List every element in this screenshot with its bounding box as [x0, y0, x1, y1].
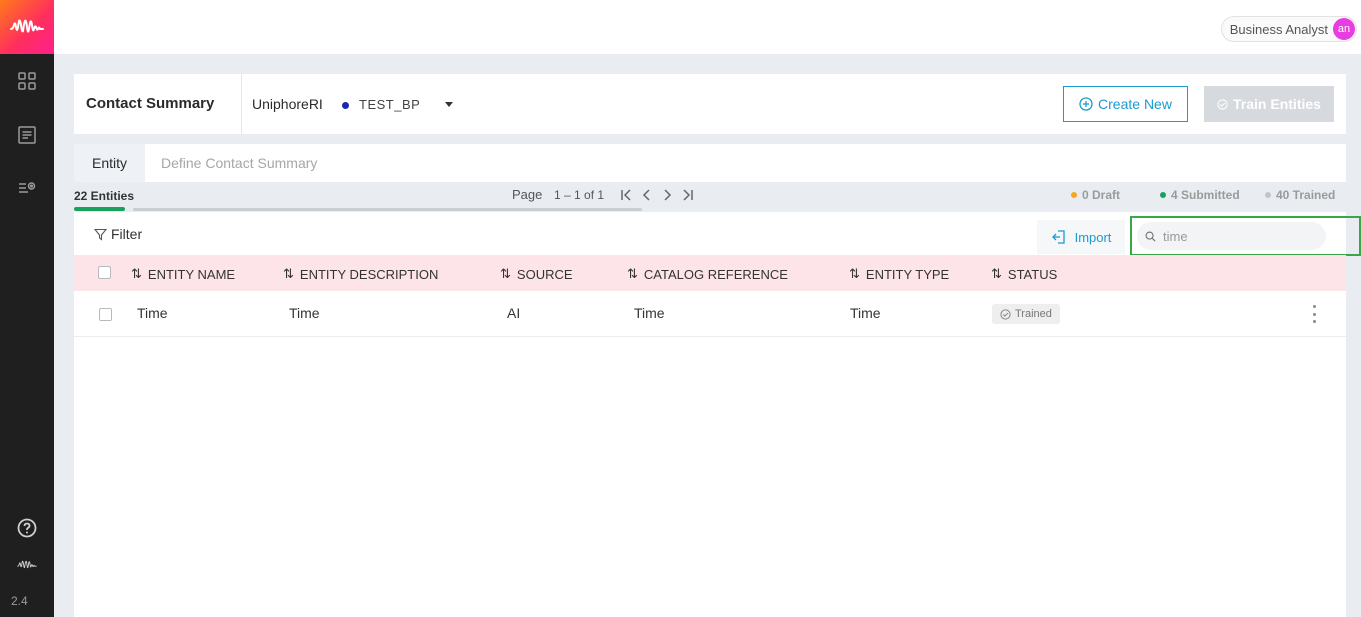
column-label: ENTITY NAME [147, 266, 236, 282]
pagination [619, 186, 695, 204]
status-label: Trained [1015, 308, 1052, 320]
help-icon[interactable] [17, 518, 37, 538]
submitted-count: 4 Submitted [1171, 188, 1240, 202]
sort-icon: ⇅ [131, 266, 142, 281]
check-circle-icon [1000, 308, 1011, 320]
legend-trained: 40 Trained [1265, 188, 1335, 202]
cell-source: AI [507, 305, 521, 321]
avatar[interactable]: an [1333, 18, 1355, 40]
next-page-icon[interactable] [659, 186, 675, 204]
column-header-source[interactable]: ⇅ SOURCE [500, 266, 573, 282]
brand-logo[interactable] [0, 0, 54, 54]
column-header-catalog-reference[interactable]: ⇅ CATALOG REFERENCE [627, 266, 788, 282]
row-checkbox[interactable] [99, 308, 112, 321]
create-new-button[interactable]: Create New [1063, 86, 1188, 122]
entity-count: 22 Entities [74, 189, 135, 203]
filter-label: Filter [111, 226, 143, 242]
header-divider [241, 74, 242, 134]
page-label: Page [512, 187, 543, 202]
submitted-progress [74, 207, 125, 211]
import-icon [1051, 230, 1065, 244]
column-header-entity-description[interactable]: ⇅ ENTITY DESCRIPTION [283, 266, 438, 282]
user-menu[interactable]: Business Analyst an [1220, 16, 1357, 42]
page-header: Contact Summary UniphoreRI TEST_BP Creat… [74, 74, 1346, 134]
page-range: 1 – 1 of 1 [554, 188, 605, 202]
table-row[interactable]: Time Time AI Time Time Trained [74, 291, 1346, 337]
settings-list-icon[interactable] [17, 178, 37, 198]
import-button[interactable]: Import [1037, 220, 1125, 254]
import-label: Import [1074, 229, 1112, 245]
search-icon [1145, 231, 1156, 242]
row-actions-kebab-icon[interactable] [1306, 305, 1322, 323]
tab-define-contact-summary[interactable]: Define Contact Summary [161, 144, 317, 182]
sort-icon: ⇅ [627, 266, 638, 281]
trained-count: 40 Trained [1276, 188, 1336, 202]
submitted-dot [1160, 192, 1166, 198]
cell-entity-type: Time [850, 305, 881, 321]
column-label: ENTITY DESCRIPTION [299, 266, 439, 282]
sort-icon: ⇅ [500, 266, 511, 281]
column-label: ENTITY TYPE [865, 266, 950, 282]
entity-table-card: Filter Import ⇅ ENTITY NAME ⇅ ENTITY DESCR… [74, 212, 1361, 617]
cell-entity-name: Time [137, 305, 168, 321]
trained-dot [1265, 192, 1271, 198]
user-role: Business Analyst [1229, 21, 1328, 37]
top-header: Business Analyst an [54, 0, 1361, 54]
last-page-icon[interactable] [679, 186, 695, 204]
check-circle-icon [1217, 98, 1228, 110]
column-header-entity-name[interactable]: ⇅ ENTITY NAME [131, 266, 235, 282]
table-header-row: ⇅ ENTITY NAME ⇅ ENTITY DESCRIPTION ⇅ SOURCE… [74, 255, 1346, 291]
column-label: STATUS [1007, 266, 1058, 282]
sort-icon: ⇅ [283, 266, 294, 281]
dashboard-icon[interactable] [17, 71, 37, 91]
app-name: UniphoreRI [252, 96, 323, 112]
environment-selector[interactable]: TEST_BP [359, 97, 420, 112]
brand-logo-icon [10, 555, 44, 575]
waveform-logo-icon [10, 19, 44, 33]
select-all-checkbox[interactable] [98, 266, 111, 279]
legend-draft: 0 Draft [1071, 188, 1120, 202]
filter-button[interactable]: Filter [94, 226, 142, 242]
search-input[interactable] [1163, 228, 1313, 244]
caret-down-icon[interactable] [445, 102, 453, 107]
draft-count: 0 Draft [1082, 188, 1121, 202]
cell-entity-description: Time [289, 305, 320, 321]
cell-catalog-reference: Time [634, 305, 665, 321]
environment-status-dot [342, 102, 349, 109]
tab-bar: Entity Define Contact Summary [74, 144, 1346, 182]
first-page-icon[interactable] [619, 186, 635, 204]
page-title: Contact Summary [86, 95, 215, 112]
create-new-label: Create New [1098, 96, 1172, 112]
app-version: 2.4 [11, 594, 28, 608]
document-icon[interactable] [17, 125, 37, 145]
sidebar: 2.4 [0, 0, 54, 617]
sort-icon: ⇅ [991, 266, 1002, 281]
sort-icon: ⇅ [849, 266, 860, 281]
train-entities-label: Train Entities [1233, 96, 1321, 112]
column-header-status[interactable]: ⇅ STATUS [991, 266, 1057, 282]
progress-track [133, 208, 642, 211]
plus-circle-icon [1079, 97, 1093, 111]
column-header-entity-type[interactable]: ⇅ ENTITY TYPE [849, 266, 949, 282]
draft-dot [1071, 192, 1077, 198]
prev-page-icon[interactable] [639, 186, 655, 204]
tab-entity[interactable]: Entity [74, 144, 145, 182]
status-badge: Trained [992, 304, 1060, 324]
column-label: CATALOG REFERENCE [643, 266, 788, 282]
filter-icon [94, 228, 107, 241]
search-box[interactable] [1137, 222, 1326, 250]
column-label: SOURCE [516, 266, 573, 282]
stats-bar: 22 Entities Page 1 – 1 of 1 0 Draft 4 Su… [74, 182, 1346, 212]
legend-submitted: 4 Submitted [1160, 188, 1240, 202]
train-entities-button[interactable]: Train Entities [1204, 86, 1334, 122]
